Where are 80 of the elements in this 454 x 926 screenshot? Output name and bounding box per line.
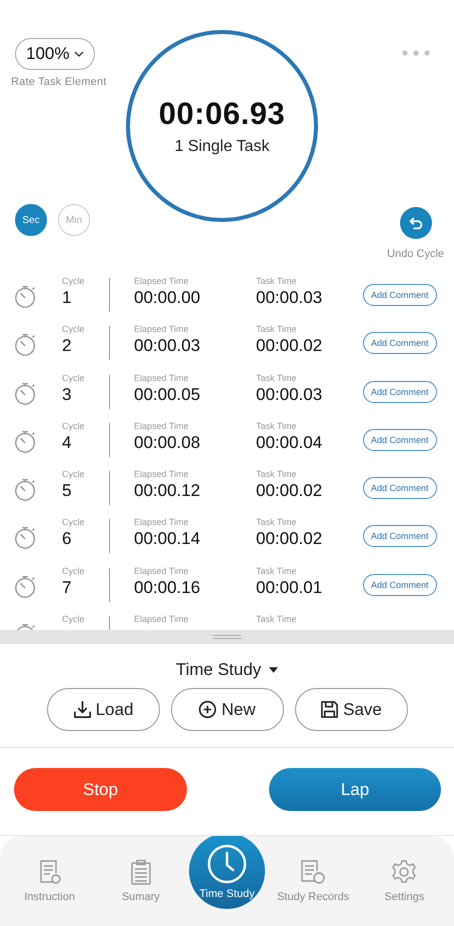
elapsed-label: Elapsed Time: [134, 420, 190, 431]
cycle-label: Cycle: [62, 420, 86, 431]
action-button[interactable]: New: [170, 688, 284, 731]
task-time: 00:00.04: [256, 432, 324, 453]
plus-circle-icon: [198, 700, 218, 719]
nav-tab[interactable]: Sumary: [98, 859, 184, 903]
task-time: 00:00.02: [256, 481, 324, 502]
task-name: 1 Single Task: [174, 138, 270, 156]
nav-tab[interactable]: Time Study: [188, 833, 265, 909]
document-icon: [38, 859, 62, 885]
lap-button[interactable]: Lap: [269, 768, 441, 811]
timer-display: 00:06.93: [158, 96, 286, 132]
rate-label: Rate Task Element: [11, 76, 107, 88]
cycle-label: Cycle: [62, 517, 86, 528]
elapsed-label: Elapsed Time: [134, 372, 190, 383]
add-comment-button[interactable]: Add Comment: [363, 477, 437, 500]
cycle-label: Cycle: [62, 372, 86, 383]
task-time: 00:00.01: [256, 578, 324, 598]
elapsed-label: Elapsed Time: [134, 566, 190, 576]
elapsed-label: Elapsed Time: [134, 517, 190, 528]
add-comment-button[interactable]: Add Comment: [363, 574, 437, 596]
elapsed-label: Elapsed Time: [134, 614, 190, 624]
undo-button[interactable]: [400, 207, 432, 239]
add-comment-button[interactable]: Add Comment: [363, 380, 437, 403]
nav-tab[interactable]: Study Records: [270, 859, 356, 903]
nav-tab[interactable]: Instruction: [6, 859, 93, 903]
cycle-label: Cycle: [62, 469, 86, 480]
caret-icon: [269, 667, 278, 673]
elapsed-time: 00:00.16: [134, 578, 202, 598]
task-time-label: Task Time: [256, 566, 298, 576]
rate-dropdown[interactable]: 100%: [15, 38, 96, 70]
elapsed-label: Elapsed Time: [134, 324, 190, 334]
task-time-label: Task Time: [256, 517, 298, 528]
action-button[interactable]: Save: [294, 688, 408, 731]
cycle-label: Cycle: [62, 276, 86, 286]
sheet-handle[interactable]: [0, 630, 454, 644]
task-time: 00:00.03: [256, 384, 324, 405]
add-comment-button[interactable]: Add Comment: [363, 332, 437, 354]
stop-button[interactable]: Stop: [14, 768, 187, 811]
cycle-number: 2: [62, 336, 72, 356]
undo-label: Undo Cycle: [387, 248, 444, 260]
cycle-number: 5: [62, 481, 72, 502]
elapsed-label: Elapsed Time: [134, 469, 190, 480]
cycle-number: 1: [62, 288, 72, 308]
unit-toggle[interactable]: Sec: [15, 204, 47, 236]
chevron-icon: [74, 51, 84, 57]
cycle-number: 7: [62, 578, 72, 598]
settings-icon: [391, 859, 418, 885]
nav-tab[interactable]: Settings: [361, 859, 448, 903]
task-time-label: Task Time: [256, 420, 298, 431]
cycle-number: 6: [62, 529, 72, 550]
task-time: 00:00.03: [256, 288, 324, 308]
more-icon[interactable]: [402, 50, 430, 56]
cycle-label: Cycle: [62, 324, 86, 334]
task-time: 00:00.02: [256, 529, 324, 550]
task-time: 00:00.02: [256, 336, 324, 356]
elapsed-time: 00:00.14: [134, 529, 202, 550]
cycle-number: 4: [62, 432, 72, 453]
elapsed-label: Elapsed Time: [134, 276, 190, 286]
cycle-label: Cycle: [62, 566, 86, 576]
elapsed-time: 00:00.03: [134, 336, 202, 356]
clipboard-icon: [128, 859, 153, 885]
add-comment-button[interactable]: Add Comment: [363, 284, 437, 306]
add-comment-button[interactable]: Add Comment: [363, 428, 437, 451]
task-time-label: Task Time: [256, 469, 298, 480]
elapsed-time: 00:00.00: [134, 288, 202, 308]
add-comment-button[interactable]: Add Comment: [363, 525, 437, 548]
task-time-label: Task Time: [256, 372, 298, 383]
task-time-label: Task Time: [256, 324, 298, 334]
mode-dropdown[interactable]: Time Study: [176, 660, 278, 680]
elapsed-time: 00:00.12: [134, 481, 202, 502]
action-button[interactable]: Load: [46, 688, 160, 731]
cycle-number: 3: [62, 384, 72, 405]
task-time-label: Task Time: [256, 276, 298, 286]
download-icon: [72, 700, 92, 719]
task-time-label: Task Time: [256, 614, 298, 624]
elapsed-time: 00:00.05: [134, 384, 202, 405]
document-clock-icon: [299, 859, 328, 885]
elapsed-time: 00:00.08: [134, 432, 202, 453]
cycle-label: Cycle: [62, 614, 86, 624]
